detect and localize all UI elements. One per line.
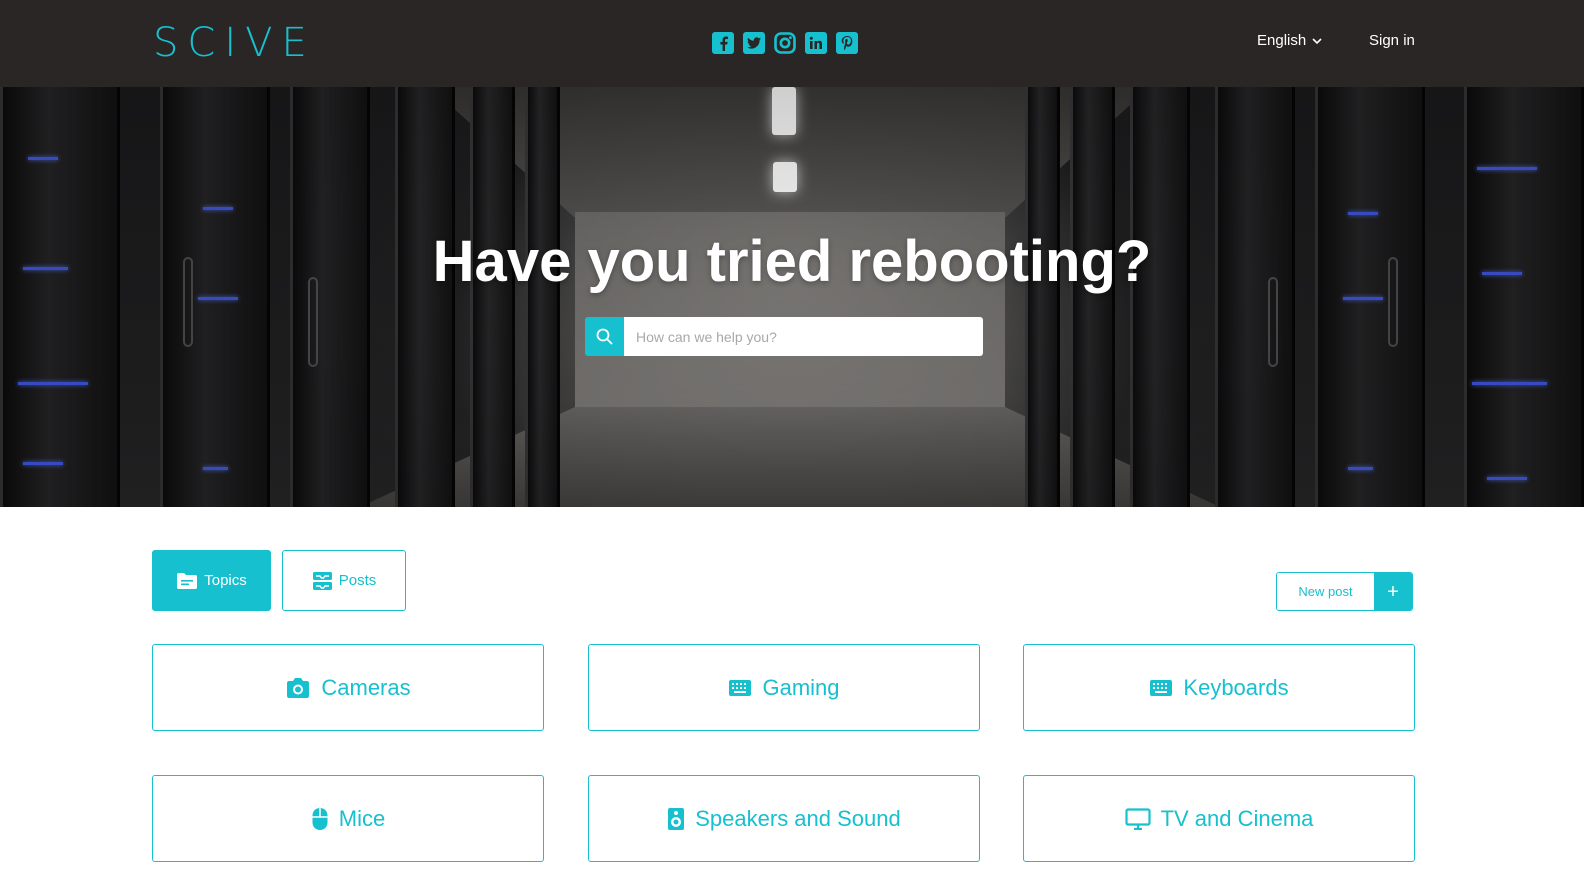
hero-banner: Have you tried rebooting? xyxy=(0,87,1584,507)
tab-posts-label: Posts xyxy=(338,572,377,589)
social-links xyxy=(712,32,858,54)
hero-title: Have you tried rebooting? xyxy=(432,229,1152,294)
tab-topics-label: Topics xyxy=(204,572,247,589)
site-logo[interactable]: SCIVE xyxy=(153,19,316,67)
search-input[interactable] xyxy=(624,317,983,356)
keyboard-icon xyxy=(729,679,752,696)
language-selector[interactable]: English xyxy=(1257,31,1322,51)
facebook-icon[interactable] xyxy=(712,32,734,54)
instagram-icon[interactable] xyxy=(774,32,796,54)
topic-label: Mice xyxy=(338,805,386,831)
topic-label: Cameras xyxy=(321,674,411,700)
plus-icon[interactable]: + xyxy=(1374,573,1412,610)
tab-topics[interactable]: Topics xyxy=(152,550,271,611)
twitter-icon[interactable] xyxy=(743,32,765,54)
search-icon xyxy=(596,328,613,345)
speaker-icon xyxy=(668,807,685,830)
camera-icon xyxy=(287,677,310,698)
topic-card-keyboards[interactable]: Keyboards xyxy=(1023,644,1415,731)
language-label: English xyxy=(1257,32,1307,49)
mouse-icon xyxy=(312,807,328,830)
hero-shade xyxy=(0,87,1584,507)
tab-posts[interactable]: Posts xyxy=(282,550,406,611)
sign-in-link[interactable]: Sign in xyxy=(1369,31,1415,51)
topic-card-tv-and-cinema[interactable]: TV and Cinema xyxy=(1023,775,1415,862)
topic-card-cameras[interactable]: Cameras xyxy=(152,644,544,731)
topic-card-gaming[interactable]: Gaming xyxy=(588,644,980,731)
folder-icon xyxy=(177,572,198,589)
topic-label: Speakers and Sound xyxy=(695,805,901,831)
search-bar xyxy=(585,317,983,356)
site-header: SCIVE English Sign in xyxy=(0,0,1584,87)
pinterest-icon[interactable] xyxy=(836,32,858,54)
inbox-icon xyxy=(312,571,332,590)
topic-label: TV and Cinema xyxy=(1160,805,1314,831)
linkedin-icon[interactable] xyxy=(805,32,827,54)
new-post-button[interactable]: New post + xyxy=(1276,572,1413,611)
keyboard-icon xyxy=(1150,679,1173,696)
topic-label: Keyboards xyxy=(1183,674,1289,700)
topic-label: Gaming xyxy=(762,674,840,700)
topic-card-speakers-and-sound[interactable]: Speakers and Sound xyxy=(588,775,980,862)
new-post-label: New post xyxy=(1277,573,1374,610)
chevron-down-icon xyxy=(1312,37,1322,44)
topic-card-mice[interactable]: Mice xyxy=(152,775,544,862)
monitor-icon xyxy=(1124,807,1151,830)
search-button[interactable] xyxy=(585,317,624,356)
